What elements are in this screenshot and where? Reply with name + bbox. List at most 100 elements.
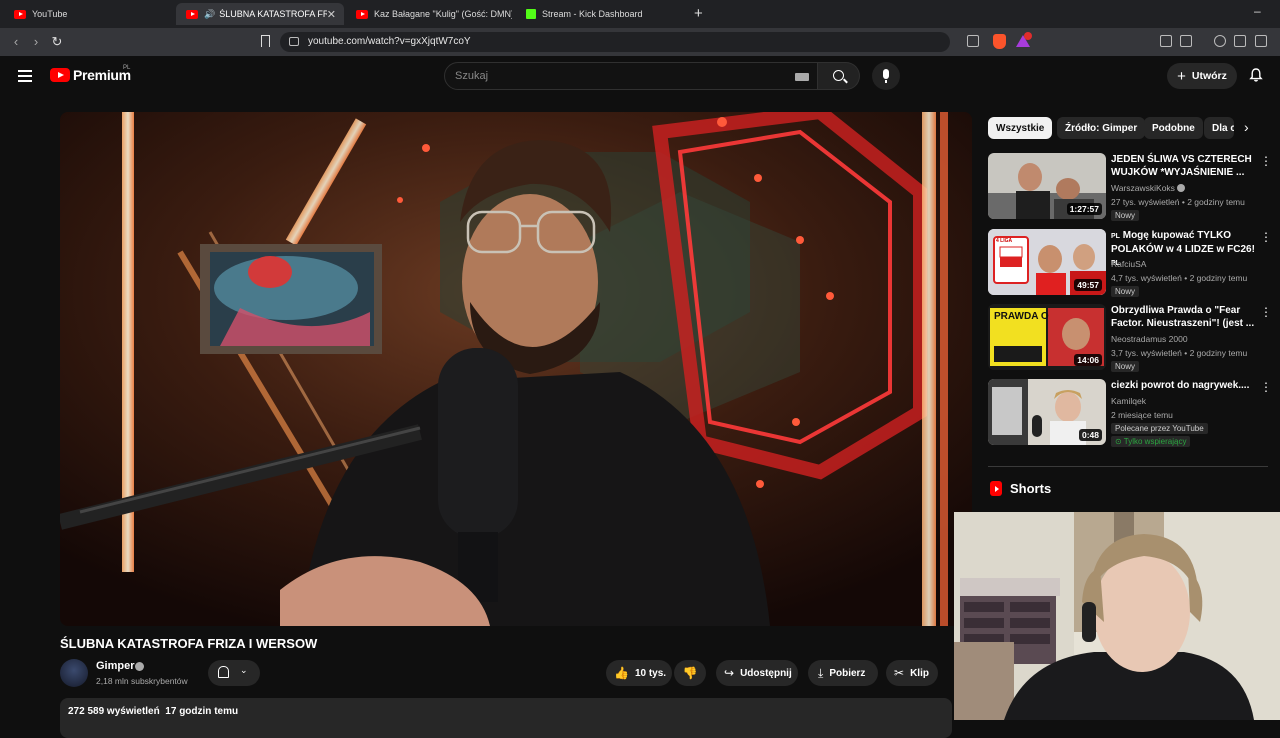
logo-country: PL	[123, 65, 131, 71]
more-options-icon[interactable]: ⋮	[1260, 155, 1272, 167]
notifications-bell-icon[interactable]	[1249, 68, 1263, 82]
mic-icon	[883, 69, 889, 79]
bookmark-icon[interactable]	[261, 35, 270, 47]
channel-avatar[interactable]	[60, 659, 88, 687]
recommended-video[interactable]: 0:48 ciezki powrot do nagrywek.... Kamil…	[988, 379, 1278, 459]
chip-for-you[interactable]: Dla ciebie	[1204, 117, 1234, 139]
browser-address-bar: ‹ › ↻ youtube.com/watch?v=gxXjqtW7coY	[0, 28, 1280, 56]
video-duration: 1:27:57	[1066, 203, 1102, 215]
recommended-video[interactable]: 4 LIGA 49:57 PL Mogę kupować TYLKO POLAK…	[988, 229, 1278, 297]
browser-tab-kick[interactable]: Stream - Kick Dashboard	[516, 3, 684, 25]
recommended-title[interactable]: JEDEN ŚLIWA VS CZTERECH WUJKÓW *WYJAŚNIE…	[1111, 153, 1256, 179]
clip-button[interactable]: ✂ Klip	[886, 660, 938, 686]
subscriber-count: 2,18 mln subskrybentów	[96, 676, 188, 686]
video-thumbnail[interactable]: 0:48	[988, 379, 1106, 445]
minimize-button[interactable]: –	[1254, 4, 1261, 18]
like-button[interactable]: 👍 10 tys.	[606, 660, 672, 686]
recommended-channel[interactable]: RafciuSA	[1111, 259, 1146, 269]
recommended-title[interactable]: Obrzydliwa Prawda o "Fear Factor. Nieust…	[1111, 304, 1256, 330]
search-placeholder: Szukaj	[455, 70, 489, 82]
new-badge: Nowy	[1111, 210, 1140, 221]
search-input[interactable]: Szukaj	[444, 62, 818, 90]
verified-icon	[135, 662, 144, 671]
chip-all[interactable]: Wszystkie	[988, 117, 1053, 139]
site-info-icon[interactable]	[289, 37, 299, 46]
recommended-video[interactable]: PRAWDA O 14:06 Obrzydliwa Prawda o "Fear…	[988, 304, 1278, 372]
browser-tab-kaz[interactable]: Kaz Bałagane "Kulig" (Gość: DMN)@	[346, 3, 512, 25]
keyboard-icon[interactable]	[795, 73, 809, 81]
youtube-icon	[14, 9, 26, 19]
video-duration: 14:06	[1074, 354, 1102, 366]
menu-icon[interactable]	[18, 70, 32, 82]
recommended-meta: 3,7 tys. wyświetleń • 2 godziny temu	[1111, 348, 1248, 358]
recommended-meta: 4,7 tys. wyświetleń • 2 godziny temu	[1111, 273, 1248, 283]
brave-shield-icon[interactable]	[993, 34, 1006, 49]
wallet-icon[interactable]	[1255, 35, 1267, 47]
recommended-meta: 27 tys. wyświetleń • 2 godziny temu	[1111, 197, 1245, 207]
recommended-title[interactable]: ciezki powrot do nagrywek....	[1111, 379, 1256, 392]
video-thumbnail[interactable]: 4 LIGA 49:57	[988, 229, 1106, 295]
extensions-icon[interactable]	[1160, 35, 1172, 47]
subscription-bell-button[interactable]: ⌄	[208, 660, 260, 686]
thumbs-down-icon: 👎	[682, 666, 698, 680]
more-options-icon[interactable]: ⋮	[1260, 381, 1272, 393]
recommended-channel[interactable]: Kamilqek	[1111, 396, 1146, 406]
members-icon: ⊙	[1115, 437, 1122, 446]
sidebar-toggle-icon[interactable]	[1234, 35, 1246, 47]
tab-label: Stream - Kick Dashboard	[542, 9, 643, 19]
screenshot-icon[interactable]	[1180, 35, 1192, 47]
thumbnail-caption: PRAWDA O	[994, 311, 1049, 322]
youtube-icon	[356, 9, 368, 19]
create-button[interactable]: + Utwórz	[1167, 63, 1237, 89]
channel-name[interactable]: Gimper	[96, 660, 135, 672]
chevron-down-icon: ⌄	[240, 665, 248, 675]
browser-tab-bar: YouTube 🔊 ŚLUBNA KATASTROFA FRIZA I ✕ Ka…	[0, 0, 1280, 28]
close-tab-icon[interactable]: ✕	[327, 8, 336, 21]
media-icon[interactable]	[1214, 35, 1226, 47]
shorts-icon	[990, 481, 1002, 496]
sidebar-divider	[988, 466, 1268, 467]
recommended-channel[interactable]: WarszawskiKoks	[1111, 183, 1186, 193]
more-options-icon[interactable]: ⋮	[1260, 231, 1272, 243]
video-frame	[60, 112, 972, 626]
chip-from-gimper[interactable]: Źródło: Gimper	[1057, 117, 1146, 139]
video-player[interactable]	[60, 112, 972, 626]
notification-dot	[1024, 32, 1032, 40]
speaker-icon: 🔊	[204, 8, 216, 19]
youtube-logo-icon[interactable]	[50, 68, 70, 82]
recommended-video[interactable]: 1:27:57 JEDEN ŚLIWA VS CZTERECH WUJKÓW *…	[988, 153, 1278, 221]
url-text: youtube.com/watch?v=gxXjqtW7coY	[308, 36, 471, 47]
video-thumbnail[interactable]: PRAWDA O 14:06	[988, 304, 1106, 370]
share-button[interactable]: ↪ Udostępnij	[716, 660, 798, 686]
voice-search-button[interactable]	[872, 62, 900, 90]
video-thumbnail[interactable]: 1:27:57	[988, 153, 1106, 219]
dislike-button[interactable]: 👎	[674, 660, 706, 686]
more-options-icon[interactable]: ⋮	[1260, 306, 1272, 318]
url-field[interactable]: youtube.com/watch?v=gxXjqtW7coY	[280, 32, 950, 52]
new-tab-button[interactable]: +	[694, 5, 703, 22]
new-badge: Nowy	[1111, 361, 1140, 372]
recommended-channel[interactable]: Neostradamus 2000	[1111, 334, 1188, 344]
description-box[interactable]: 272 589 wyświetleń 17 godzin temu	[60, 698, 952, 738]
reload-icon[interactable]: ↻	[49, 34, 65, 50]
video-title: ŚLUBNA KATASTROFA FRIZA I WERSOW	[60, 636, 318, 651]
forward-icon[interactable]: ›	[28, 34, 44, 50]
recommended-by-youtube-badge: Polecane przez YouTube	[1111, 423, 1208, 434]
tab-label: YouTube	[32, 9, 68, 19]
like-count: 10 tys.	[634, 667, 667, 679]
video-duration: 49:57	[1074, 279, 1102, 291]
clip-label: Klip	[910, 667, 929, 679]
create-label: Utwórz	[1191, 70, 1227, 82]
view-count: 272 589 wyświetleń	[68, 706, 160, 717]
chip-related[interactable]: Podobne	[1144, 117, 1203, 139]
plus-icon: +	[1177, 67, 1186, 85]
download-button[interactable]: ⤓ Pobierz	[808, 660, 878, 686]
chevron-right-icon[interactable]: ›	[1244, 119, 1249, 135]
share-icon: ↪	[724, 666, 735, 680]
browser-tab-youtube[interactable]: YouTube	[4, 3, 172, 25]
search-button[interactable]	[818, 62, 860, 90]
browser-tab-active-video[interactable]: 🔊 ŚLUBNA KATASTROFA FRIZA I ✕	[176, 3, 344, 25]
verified-icon	[1177, 184, 1186, 192]
back-icon[interactable]: ‹	[8, 34, 24, 50]
cast-icon[interactable]	[967, 35, 979, 47]
